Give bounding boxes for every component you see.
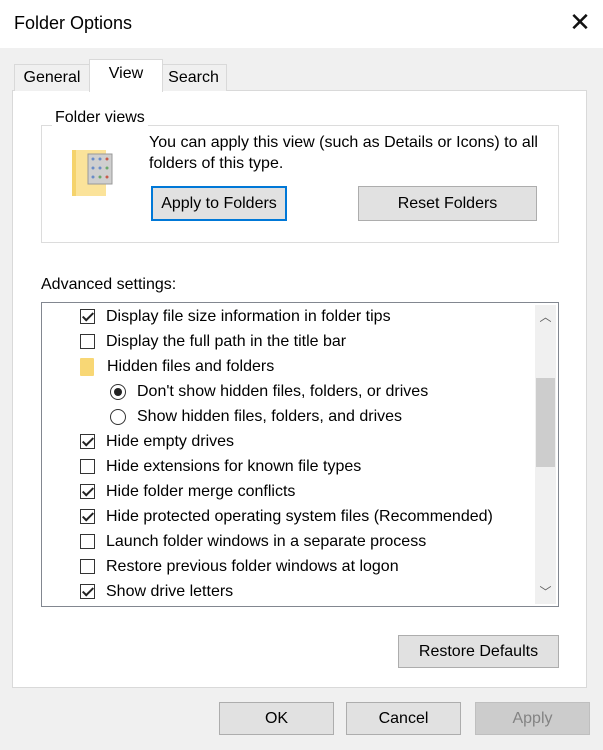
setting-item[interactable]: Show drive letters	[80, 579, 233, 604]
setting-item[interactable]: Hide protected operating system files (R…	[80, 504, 493, 529]
setting-item[interactable]: Hide extensions for known file types	[80, 454, 361, 479]
window-title: Folder Options	[14, 13, 133, 33]
setting-item[interactable]: Display the full path in the title bar	[80, 329, 346, 354]
setting-label: Don't show hidden files, folders, or dri…	[137, 382, 429, 400]
folder-views-description: You can apply this view (such as Details…	[149, 134, 538, 172]
checkbox[interactable]	[80, 334, 95, 349]
scroll-down-icon[interactable]: ﹀	[535, 582, 556, 602]
setting-label: Restore previous folder windows at logon	[106, 557, 399, 575]
setting-label: Hide folder merge conflicts	[106, 482, 296, 500]
advanced-settings-label: Advanced settings:	[41, 276, 177, 293]
tab-search[interactable]: Search	[160, 64, 227, 91]
scrollbar[interactable]: ︿ ﹀	[535, 305, 556, 604]
checkbox[interactable]	[80, 509, 95, 524]
scrollbar-thumb[interactable]	[536, 378, 555, 468]
folder-icon	[80, 357, 94, 376]
checkbox[interactable]	[80, 459, 95, 474]
checkbox[interactable]	[80, 584, 95, 599]
setting-label: Display file size information in folder …	[106, 307, 391, 325]
folder-views-legend: Folder views	[52, 109, 148, 127]
cancel-button[interactable]: Cancel	[346, 702, 461, 735]
setting-item[interactable]: Show hidden files, folders, and drives	[110, 404, 402, 429]
checkbox[interactable]	[80, 484, 95, 499]
ok-button[interactable]: OK	[219, 702, 334, 735]
folder-view-icon	[72, 150, 116, 203]
apply-to-folders-button[interactable]: Apply to Folders	[151, 186, 287, 221]
setting-label: Hidden files and folders	[107, 357, 275, 375]
checkbox[interactable]	[80, 309, 95, 324]
tab-general[interactable]: General	[14, 64, 90, 91]
setting-item[interactable]: Display file size information in folder …	[80, 304, 391, 329]
restore-defaults-button[interactable]: Restore Defaults	[398, 635, 559, 668]
setting-item[interactable]: Hidden files and folders	[80, 354, 274, 379]
tab-view[interactable]: View	[89, 59, 163, 92]
reset-folders-button[interactable]: Reset Folders	[358, 186, 537, 221]
radio-button[interactable]	[110, 408, 126, 425]
scroll-up-icon[interactable]: ︿	[535, 307, 556, 327]
close-icon[interactable]: ✕	[566, 8, 594, 36]
setting-item[interactable]: Launch folder windows in a separate proc…	[80, 529, 426, 554]
setting-item[interactable]: Restore previous folder windows at logon	[80, 554, 399, 579]
advanced-settings-list[interactable]: Show drive letters Restore previous folde…	[41, 302, 559, 607]
setting-label: Show hidden files, folders, and drives	[137, 407, 403, 425]
setting-label: Show drive letters	[106, 582, 234, 600]
checkbox[interactable]	[80, 534, 95, 549]
setting-item[interactable]: Hide empty drives	[80, 429, 234, 454]
setting-label: Launch folder windows in a separate proc…	[106, 532, 427, 550]
setting-item[interactable]: Hide folder merge conflicts	[80, 479, 295, 504]
checkbox[interactable]	[80, 434, 95, 449]
checkbox[interactable]	[80, 559, 95, 574]
apply-button: Apply	[475, 702, 590, 735]
radio-button[interactable]	[110, 383, 126, 400]
setting-label: Display the full path in the title bar	[106, 332, 347, 350]
setting-label: Hide empty drives	[106, 432, 235, 450]
setting-item[interactable]: Don't show hidden files, folders, or dri…	[110, 379, 428, 404]
setting-label: Hide extensions for known file types	[106, 457, 362, 475]
setting-label: Hide protected operating system files (R…	[106, 507, 493, 525]
